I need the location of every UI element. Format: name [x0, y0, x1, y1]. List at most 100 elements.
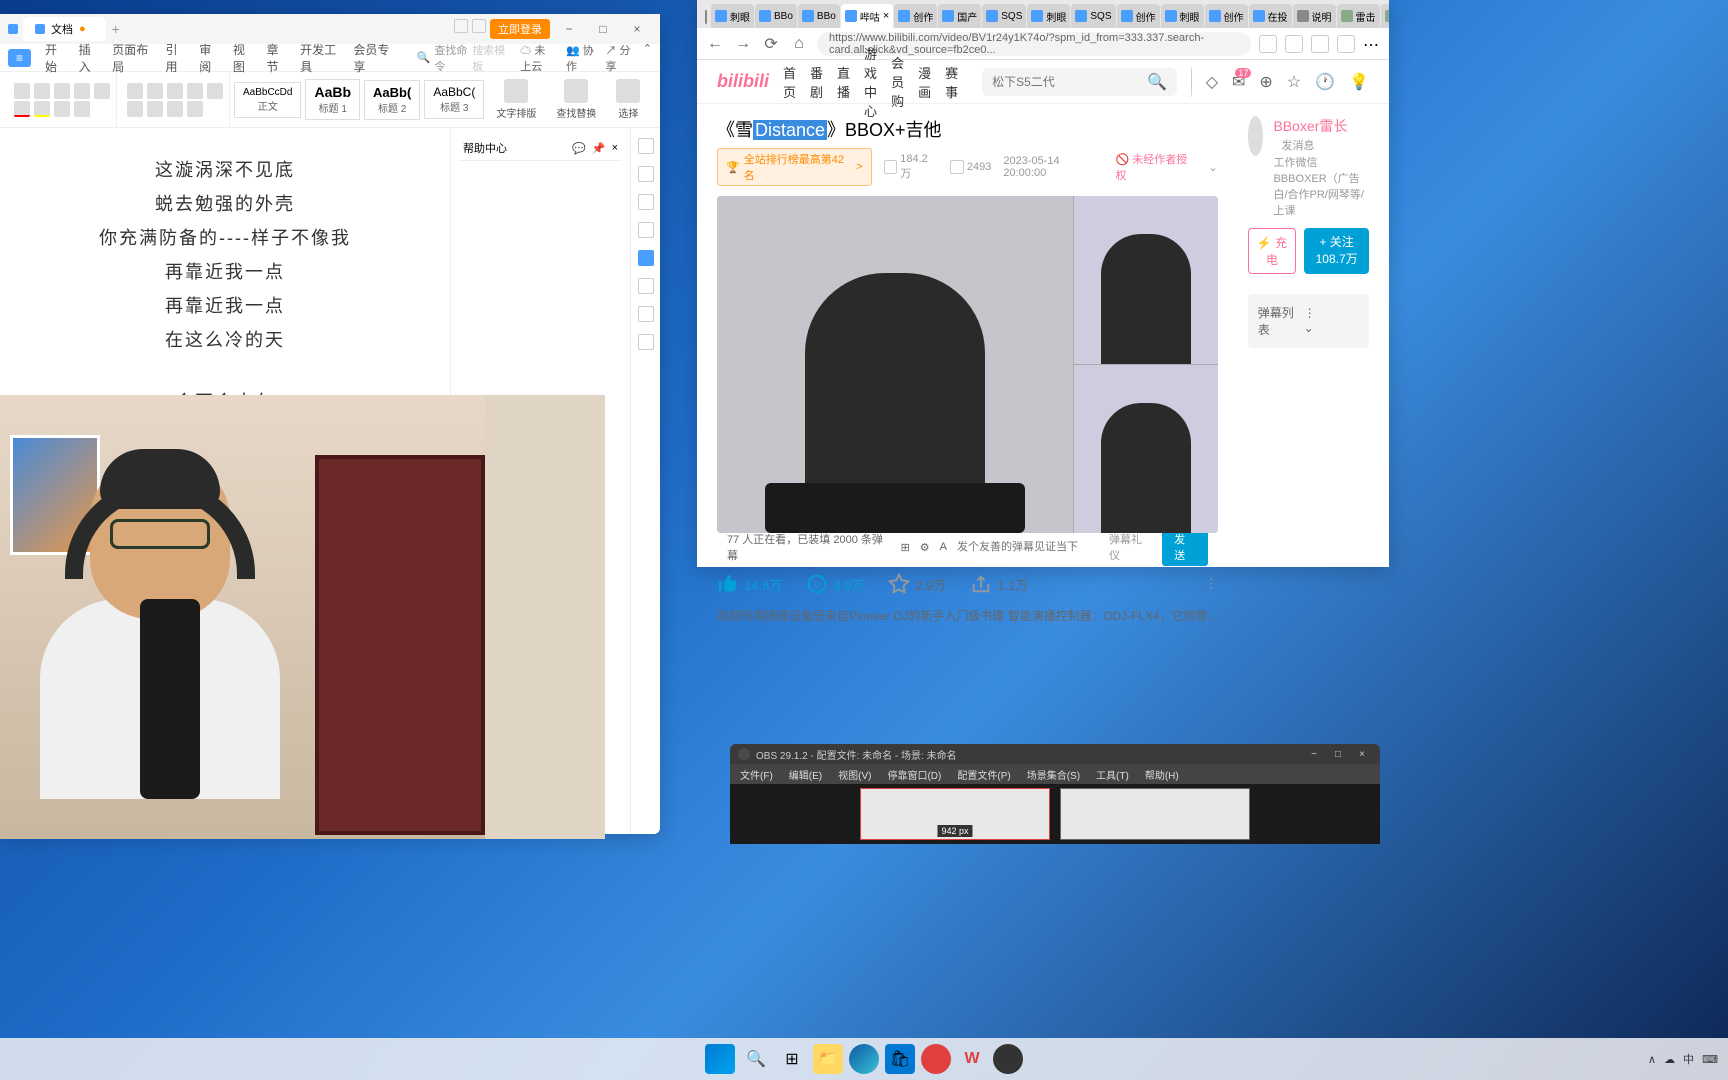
obs-maximize[interactable]: □ [1328, 749, 1348, 760]
obs-menu-edit[interactable]: 编辑(E) [789, 767, 822, 782]
search-icon[interactable]: 🔍 [1147, 72, 1167, 92]
style-normal[interactable]: AaBbCcDd正文 [234, 82, 301, 118]
style-h3[interactable]: AaBbC(标题 3 [424, 80, 484, 119]
collapse-ribbon[interactable]: ⌃ [643, 42, 652, 74]
danmu-gift-link[interactable]: 弹幕礼仪 [1109, 531, 1152, 563]
font-size-up-icon[interactable] [54, 83, 70, 99]
dynamic-icon[interactable]: ⊕ [1259, 72, 1272, 92]
cloud-sync[interactable]: ☁ 未上云 [520, 42, 556, 74]
linespace-icon[interactable] [207, 83, 223, 99]
expand-desc-icon[interactable]: ⌄ [1209, 161, 1218, 174]
creative-icon[interactable]: 💡 [1349, 72, 1369, 92]
nav-anime[interactable]: 番剧 [810, 63, 823, 101]
favorite-button[interactable]: 2.9万 [888, 573, 946, 595]
rb-help-icon[interactable] [638, 250, 654, 266]
browser-tab[interactable]: 说明 [1293, 4, 1336, 28]
help-pin-icon[interactable]: 📌 [592, 142, 606, 155]
menu-vip[interactable]: 会员专享 [353, 41, 392, 75]
send-message-link[interactable]: 发消息 [1281, 140, 1314, 152]
ime-indicator[interactable]: 中 [1683, 1051, 1694, 1067]
obs-menu-file[interactable]: 文件(F) [740, 767, 773, 782]
browser-tab[interactable]: SQS [1071, 4, 1115, 28]
search-input[interactable] [992, 75, 1147, 89]
obs-scene-preview-2[interactable] [1060, 788, 1250, 840]
search-taskbar-icon[interactable]: 🔍 [741, 1044, 771, 1074]
align-center-icon[interactable] [147, 101, 163, 117]
vip-icon[interactable]: ◇ [1206, 72, 1218, 92]
new-tab-button[interactable]: + [112, 21, 120, 37]
ext-puzzle-icon[interactable] [1337, 35, 1355, 53]
taskview-icon[interactable]: ⊞ [777, 1044, 807, 1074]
obs-preview-area[interactable]: 942 px [730, 784, 1380, 844]
rank-badge[interactable]: 🏆 全站排行榜最高第42名 > [717, 148, 872, 186]
login-button[interactable]: 立即登录 [490, 19, 550, 39]
explorer-icon[interactable]: 📁 [813, 1044, 843, 1074]
wps-taskbar-icon[interactable]: W [957, 1044, 987, 1074]
browser-tab[interactable]: 创作 [894, 4, 937, 28]
danmu-input[interactable] [957, 541, 1099, 553]
wps-apps-icon[interactable] [472, 19, 486, 33]
favorites-icon[interactable] [1311, 35, 1329, 53]
onedrive-icon[interactable]: ☁ [1664, 1053, 1675, 1066]
nav-shop[interactable]: 会员购 [891, 53, 904, 110]
bilibili-logo[interactable]: bilibili [717, 71, 769, 92]
rb-more-icon[interactable] [638, 334, 654, 350]
back-button[interactable]: ← [705, 34, 725, 54]
share-button[interactable]: ↗ 分享 [605, 42, 632, 74]
tab-overview-icon[interactable] [705, 10, 707, 24]
reader-mode-icon[interactable] [1285, 35, 1303, 53]
obs-taskbar-icon[interactable] [993, 1044, 1023, 1074]
nav-game[interactable]: 游戏中心 [864, 44, 877, 120]
app-icon-1[interactable] [921, 1044, 951, 1074]
rb-select-icon[interactable] [638, 194, 654, 210]
video-player[interactable]: BBoxer雷长 bilibili [717, 196, 1218, 533]
browser-tab[interactable]: 在投 [1249, 4, 1292, 28]
obs-minimize[interactable]: − [1304, 749, 1324, 760]
nav-home[interactable]: 首页 [783, 63, 796, 101]
file-menu[interactable]: ≡ [8, 49, 31, 67]
rb-outline-icon[interactable] [638, 166, 654, 182]
reload-button[interactable]: ⟳ [761, 34, 781, 54]
menu-review[interactable]: 审阅 [199, 41, 219, 75]
obs-menu-tools[interactable]: 工具(T) [1096, 767, 1129, 782]
find-replace-button[interactable]: 查找替换 [548, 75, 604, 124]
obs-menu-profile[interactable]: 配置文件(P) [957, 767, 1010, 782]
rb-clipboard-icon[interactable] [638, 222, 654, 238]
clear-format-icon[interactable] [94, 83, 110, 99]
align-left-icon[interactable] [127, 101, 143, 117]
rb-location-icon[interactable] [638, 306, 654, 322]
obs-menu-scene[interactable]: 场景集合(S) [1027, 767, 1080, 782]
browser-tab[interactable]: 创作 [1205, 4, 1248, 28]
tray-expand-icon[interactable]: ∧ [1648, 1053, 1656, 1066]
danmu-list-menu-icon[interactable]: ⋮ ⌄ [1304, 304, 1359, 338]
like-button[interactable]: 14.8万 [717, 573, 782, 595]
wps-grid-icon[interactable] [454, 19, 468, 33]
indent-inc-icon[interactable] [187, 83, 203, 99]
menu-dev[interactable]: 开发工具 [300, 41, 339, 75]
uploader-name[interactable]: BBoxer雷长 [1273, 118, 1347, 134]
browser-tab-active[interactable]: 哔咕× [841, 4, 893, 28]
nav-manga[interactable]: 漫画 [918, 63, 931, 101]
menu-insert[interactable]: 插入 [79, 41, 99, 75]
browser-tab[interactable]: 刺眼 [1161, 4, 1204, 28]
wps-doc-tab[interactable]: 文档 ● [23, 17, 106, 41]
uploader-avatar[interactable] [1248, 116, 1264, 156]
charge-button[interactable]: ⚡ 充电 [1248, 228, 1297, 274]
wps-search[interactable]: 🔍 查找命令 搜索模板 [417, 42, 507, 74]
danmu-toggle-icon[interactable]: ⊞ [901, 541, 910, 554]
minimize-button[interactable]: − [554, 19, 584, 39]
coin-button[interactable]: b8.9万 [806, 573, 864, 595]
obs-menu-help[interactable]: 帮助(H) [1145, 767, 1179, 782]
font-size-down-icon[interactable] [74, 83, 90, 99]
danmu-list-header[interactable]: 弹幕列表 ⋮ ⌄ [1248, 294, 1369, 348]
help-close-icon[interactable]: × [612, 142, 618, 155]
obs-titlebar[interactable]: OBS 29.1.2 - 配置文件: 未命名 - 场景: 未命名 − □ × [730, 744, 1380, 764]
browser-tab[interactable]: 创作 [1117, 4, 1160, 28]
close-button[interactable]: × [622, 19, 652, 39]
menu-dots-icon[interactable]: ⋯ [1363, 35, 1381, 53]
collab-button[interactable]: 👥 协作 [566, 42, 595, 74]
nav-events[interactable]: 赛事 [945, 63, 958, 101]
history-icon[interactable]: 🕐 [1315, 72, 1335, 92]
danmu-style-icon[interactable]: A [940, 541, 947, 553]
select-button[interactable]: 选择 [608, 75, 648, 124]
